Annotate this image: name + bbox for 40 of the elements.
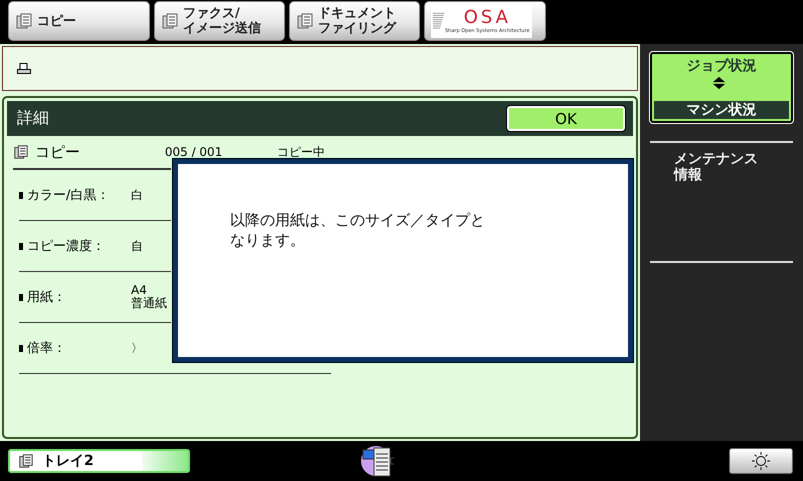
menu-item[interactable]: メンテナンス 情報 [650,151,793,261]
tab-label: ドキュメント [318,6,396,21]
up-down-arrow-icon [712,76,726,90]
bullet-icon [19,192,23,198]
bullet-icon [19,294,23,300]
tab-label: ファイリング [318,21,396,36]
mode-tab[interactable]: コピー [8,1,150,41]
mode-tab[interactable]: ドキュメント ファイリング [289,1,420,41]
detail-title: 詳細 [17,108,49,129]
brightness-button[interactable] [729,448,793,474]
job-name: コピー [35,142,81,162]
printer-icon [17,62,31,74]
dialog-message: なります。 [230,230,305,250]
status-toggle-button[interactable]: ジョブ状況 マシン状況 [650,52,793,123]
setting-value: 自 [131,240,143,252]
tab-label: ファクス/ [183,6,240,21]
job-count: 005 / 001 [164,145,224,159]
bullet-icon [19,242,23,250]
setting-value: 白 [131,188,143,202]
tab-label: イメージ送信 [183,21,261,36]
bullet-icon [19,344,23,352]
setting-label: カラー/白黒： [27,187,110,204]
documents-icon [18,453,34,469]
setting-label: 倍率： [27,340,67,357]
mode-tab[interactable]: ファクス/ イメージ送信 [154,1,285,41]
setting-value: 普通紙 [131,297,167,310]
setting-label: コピー濃度： [27,238,106,255]
ok-button[interactable]: OK [507,106,625,131]
documents-icon [161,12,179,30]
status-option[interactable]: マシン状況 [654,101,789,119]
job-status: コピー中 [277,144,325,160]
dialog-message: 以降の用紙は、このサイズ／タイプと [230,210,485,230]
setting-label: 用紙： [27,289,67,306]
sun-icon [752,452,770,470]
setting-value: 〉 [131,342,143,354]
documents-icon [296,12,314,30]
setting-value: A4 [131,284,148,297]
documents-icon [13,144,29,160]
tab-label: コピー [37,14,76,28]
documents-icon [15,12,33,30]
